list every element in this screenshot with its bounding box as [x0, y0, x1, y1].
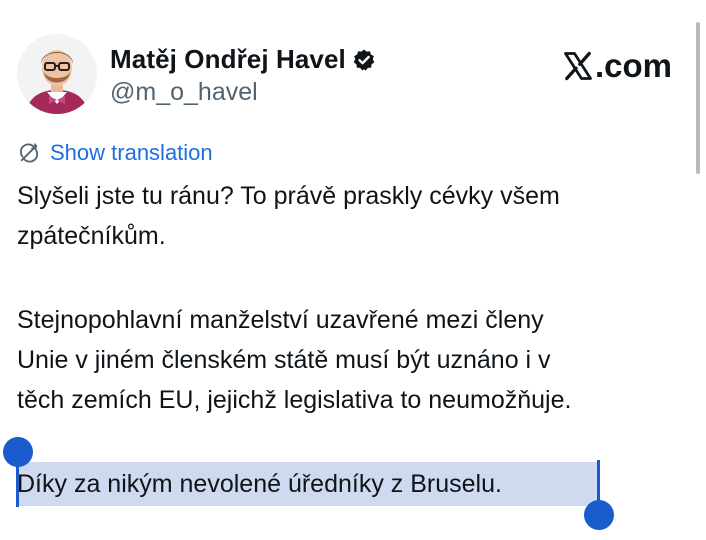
tweet-text-line: Slyšeli jste tu ránu? To právě praskly c… — [17, 182, 560, 210]
show-translation-link[interactable]: Show translation — [18, 140, 213, 166]
brand-domain-text: .com — [595, 47, 673, 84]
verified-badge-icon — [353, 49, 375, 70]
tweet-text-line: těch zemích EU, jejichž legislativa to n… — [17, 386, 572, 414]
tweet-text-line: Stejnopohlavní manželství uzavřené mezi … — [17, 306, 544, 334]
tweet-text-line: Unie v jiném členském státě musí být uzn… — [17, 346, 551, 374]
avatar[interactable] — [17, 34, 97, 114]
selection-start-handle[interactable] — [3, 437, 33, 467]
author-handle[interactable]: @m_o_havel — [110, 78, 258, 107]
translate-icon — [19, 143, 39, 163]
scrollbar[interactable] — [696, 22, 700, 174]
avatar-portrait-icon — [17, 34, 97, 114]
tweet-text-line: zpátečníkům. — [17, 222, 166, 250]
author-display-name[interactable]: Matěj Ondřej Havel — [110, 44, 346, 75]
x-com-brand: .com — [563, 47, 672, 85]
selection-end-handle[interactable] — [584, 500, 614, 530]
show-translation-label[interactable]: Show translation — [50, 140, 213, 166]
x-logo-icon — [564, 51, 592, 81]
tweet-text-line-selected: Díky za nikým nevolené úředníky z Brusel… — [17, 470, 502, 498]
author-name-row[interactable]: Matěj Ondřej Havel — [110, 44, 376, 75]
